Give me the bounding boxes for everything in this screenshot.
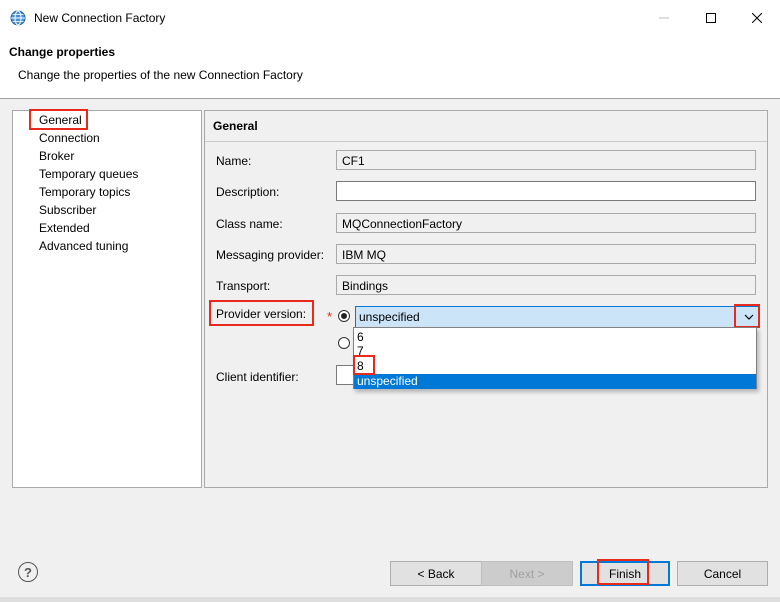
window-title: New Connection Factory [34, 11, 166, 25]
provider-version-radio-list[interactable] [338, 310, 350, 322]
provider-version-value: unspecified [359, 310, 420, 324]
wizard-banner: Change properties Change the properties … [0, 36, 780, 99]
page-heading: Change properties [9, 45, 116, 59]
dropdown-option-6[interactable]: 6 [354, 330, 756, 345]
globe-icon [10, 10, 26, 26]
name-label: Name: [216, 154, 252, 168]
nav-item-broker[interactable]: Broker [39, 149, 74, 163]
required-marker: * [327, 309, 333, 324]
minimize-icon [659, 17, 669, 19]
dropdown-option-unspecified[interactable]: unspecified [354, 374, 756, 389]
radio-selected-dot [341, 313, 347, 319]
highlight-dropdown-button [734, 304, 760, 328]
class-name-label: Class name: [216, 217, 283, 231]
transport-field[interactable]: Bindings [336, 275, 756, 295]
nav-item-advanced-tuning[interactable]: Advanced tuning [39, 239, 128, 253]
nav-item-extended[interactable]: Extended [39, 221, 90, 235]
provider-version-combo[interactable]: unspecified [355, 306, 760, 328]
nav-item-temporary-topics[interactable]: Temporary topics [39, 185, 130, 199]
close-button[interactable] [734, 0, 780, 36]
help-icon[interactable]: ? [18, 562, 38, 582]
provider-version-dropdown: 6 7 8 unspecified [353, 327, 757, 389]
window-bottom-edge [0, 597, 780, 602]
nav-item-subscriber[interactable]: Subscriber [39, 203, 96, 217]
highlight-option-8 [353, 355, 375, 375]
dropdown-option-8[interactable]: 8 [354, 359, 756, 374]
dialog-window: New Connection Factory Change properties… [0, 0, 780, 602]
messaging-provider-label: Messaging provider: [216, 248, 325, 262]
class-name-field[interactable]: MQConnectionFactory [336, 213, 756, 233]
highlight-general [29, 109, 88, 130]
page-subtitle: Change the properties of the new Connect… [18, 68, 303, 82]
property-nav-list: General Connection Broker Temporary queu… [12, 110, 202, 488]
nav-item-temporary-queues[interactable]: Temporary queues [39, 167, 138, 181]
nav-item-connection[interactable]: Connection [39, 131, 100, 145]
provider-version-radio-custom[interactable] [338, 337, 350, 349]
messaging-provider-field[interactable]: IBM MQ [336, 244, 756, 264]
description-field[interactable] [336, 181, 756, 201]
panel-header: General [205, 111, 767, 142]
maximize-button[interactable] [688, 0, 734, 36]
title-bar: New Connection Factory [0, 0, 780, 36]
highlight-finish [597, 559, 649, 585]
client-identifier-field[interactable] [336, 365, 354, 385]
close-icon [752, 13, 762, 23]
client-identifier-label: Client identifier: [216, 370, 299, 384]
panel-title: General [213, 119, 258, 133]
description-label: Description: [216, 185, 280, 199]
name-field[interactable]: CF1 [336, 150, 756, 170]
general-panel: General Name: CF1 Description: Class nam… [204, 110, 768, 488]
maximize-icon [706, 13, 716, 23]
cancel-button[interactable]: Cancel [677, 561, 768, 586]
transport-label: Transport: [216, 279, 271, 293]
dropdown-option-7[interactable]: 7 [354, 344, 756, 359]
back-button[interactable]: < Back [390, 561, 482, 586]
highlight-provider-version-label [209, 300, 314, 326]
next-button[interactable]: Next > [481, 561, 573, 586]
minimize-button[interactable] [641, 0, 687, 36]
